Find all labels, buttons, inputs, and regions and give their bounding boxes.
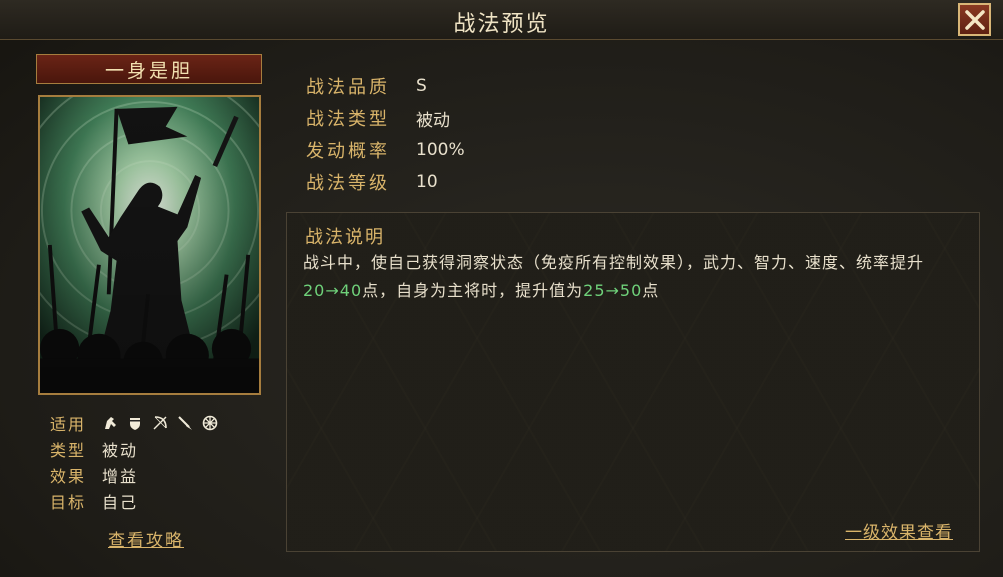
stat-label: 战法等级 xyxy=(306,173,390,194)
skill-stats: 战法品质 S 战法类型 被动 发动概率 100% 战法等级 10 xyxy=(306,70,465,198)
skill-attributes: 适用 类型 被动 效果 增益 目标 自己 xyxy=(50,410,218,514)
description-title: 战法说明 xyxy=(305,227,385,248)
troop-type-icons xyxy=(102,415,218,431)
stat-value: 被动 xyxy=(416,110,450,131)
target-row: 目标 自己 xyxy=(50,488,218,514)
description-value-highlight: 25→50 xyxy=(583,281,643,300)
level-one-effect-link[interactable]: 一级效果查看 xyxy=(845,518,953,543)
siege-wheel-icon xyxy=(202,415,218,431)
skill-preview-window: 战法预览 一身是胆 适用 类型 被动 效果 增益 目标 自己 查看攻略 战法品质… xyxy=(0,0,1003,577)
stat-quality: 战法品质 S xyxy=(306,70,465,102)
shield-icon xyxy=(127,415,143,431)
effect-value: 增益 xyxy=(102,467,139,486)
description-part: 点 xyxy=(642,281,660,300)
stat-value: 100% xyxy=(416,140,465,160)
target-value: 自己 xyxy=(102,493,139,512)
target-label: 目标 xyxy=(50,493,87,512)
skill-description-panel: 战法说明 战斗中，使自己获得洞察状态（免疫所有控制效果），武力、智力、速度、统率… xyxy=(286,212,980,552)
skill-card-art xyxy=(38,95,261,395)
stat-trigger-rate: 发动概率 100% xyxy=(306,134,465,166)
applicable-label: 适用 xyxy=(50,415,87,434)
spear-icon xyxy=(177,415,193,431)
close-button[interactable] xyxy=(958,3,991,36)
stat-level: 战法等级 10 xyxy=(306,166,465,198)
description-part: 点，自身为主将时，提升值为 xyxy=(362,281,584,300)
bow-icon xyxy=(152,415,168,431)
window-title: 战法预览 xyxy=(453,12,550,37)
stat-label: 战法类型 xyxy=(306,109,390,130)
applicable-row: 适用 xyxy=(50,410,218,436)
description-text: 战斗中，使自己获得洞察状态（免疫所有控制效果），武力、智力、速度、统率提升 20→… xyxy=(303,249,971,305)
stat-value: S xyxy=(416,76,427,96)
type-row: 类型 被动 xyxy=(50,436,218,462)
effect-label: 效果 xyxy=(50,467,87,486)
type-value: 被动 xyxy=(102,441,139,460)
stat-value: 10 xyxy=(416,172,438,192)
cavalry-icon xyxy=(102,415,118,431)
skill-name-plate: 一身是胆 xyxy=(36,54,262,84)
stat-type: 战法类型 被动 xyxy=(306,102,465,134)
type-label: 类型 xyxy=(50,441,87,460)
stat-label: 发动概率 xyxy=(306,141,390,162)
view-guide-link[interactable]: 查看攻略 xyxy=(108,526,184,551)
title-bar: 战法预览 xyxy=(0,0,1003,40)
effect-row: 效果 增益 xyxy=(50,462,218,488)
description-part: 战斗中，使自己获得洞察状态（免疫所有控制效果），武力、智力、速度、统率提升 xyxy=(303,253,925,272)
description-value-highlight: 20→40 xyxy=(303,281,363,300)
skill-name: 一身是胆 xyxy=(104,59,193,82)
stat-label: 战法品质 xyxy=(306,77,390,98)
close-icon xyxy=(964,9,985,30)
